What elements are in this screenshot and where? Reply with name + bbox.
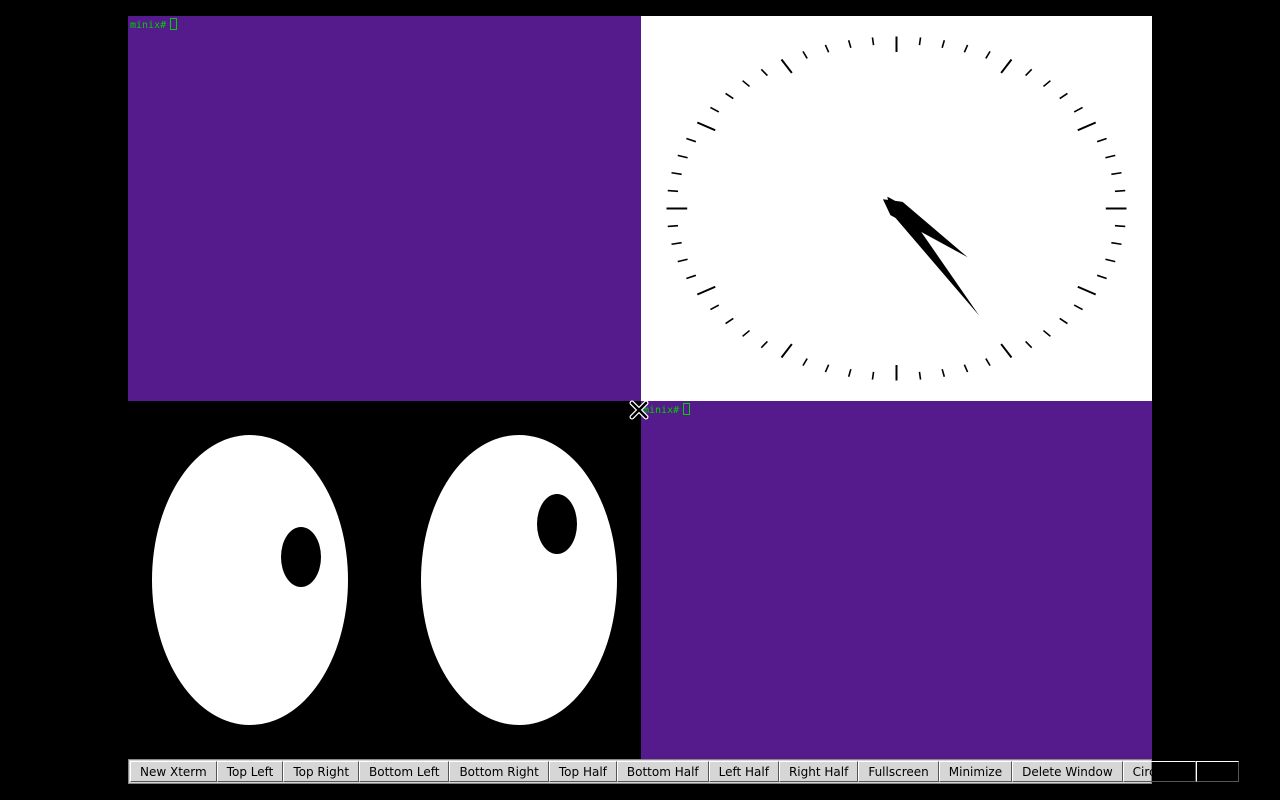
exit-button[interactable]: Exit: [1196, 761, 1239, 782]
minute-tick: [686, 274, 697, 280]
minute-tick: [847, 368, 852, 377]
minute-tick: [1114, 224, 1126, 228]
minute-tick: [742, 80, 751, 88]
top-right-button[interactable]: Top Right: [283, 761, 360, 782]
right-eye: [421, 435, 617, 725]
minute-tick: [677, 258, 688, 263]
minute-tick: [1025, 68, 1033, 77]
left-half-button[interactable]: Left Half: [708, 761, 779, 782]
minute-tick: [918, 37, 922, 46]
circulate-button[interactable]: Circulate: [1122, 761, 1197, 782]
x-cursor-icon: [629, 400, 649, 420]
minute-tick: [918, 371, 922, 380]
right-half-button[interactable]: Right Half: [778, 761, 859, 782]
bottom-right-button[interactable]: Bottom Right: [449, 761, 549, 782]
minute-tick: [1059, 92, 1068, 100]
minute-tick: [1114, 189, 1126, 193]
minute-tick: [710, 304, 720, 311]
new-xterm-button[interactable]: New Xterm: [130, 761, 217, 782]
text-cursor-icon: [170, 18, 178, 30]
minute-tick: [725, 317, 734, 325]
hour-tick: [1077, 121, 1097, 132]
terminal-prompt: minix#: [643, 403, 691, 417]
minute-tick: [824, 44, 830, 53]
minute-tick: [710, 106, 720, 113]
minute-tick: [671, 241, 682, 246]
minute-tick: [1105, 154, 1116, 159]
minute-tick: [760, 340, 768, 349]
right-pupil: [537, 494, 577, 554]
hour-tick: [696, 121, 716, 132]
minute-tick: [1096, 274, 1107, 280]
fullscreen-button[interactable]: Fullscreen: [858, 761, 939, 782]
hour-tick: [1000, 343, 1013, 359]
minute-tick: [677, 154, 688, 159]
top-half-button[interactable]: Top Half: [548, 761, 617, 782]
minute-tick: [1111, 171, 1122, 176]
xterm-window-top-left[interactable]: minix#: [128, 16, 641, 401]
minute-hand: [887, 196, 980, 316]
minute-tick: [985, 50, 991, 59]
minute-tick: [742, 329, 751, 337]
hour-tick: [780, 58, 793, 74]
minute-tick: [1096, 137, 1107, 143]
hour-tick: [780, 343, 793, 359]
minute-tick: [941, 368, 946, 377]
top-left-button[interactable]: Top Left: [216, 761, 284, 782]
minute-tick: [1111, 241, 1122, 246]
minute-tick: [686, 137, 697, 143]
minute-tick: [1042, 80, 1051, 88]
xclock-window[interactable]: [641, 16, 1152, 401]
terminal-prompt: minix#: [130, 18, 178, 32]
xeyes-graphic: [152, 435, 617, 725]
minute-tick: [1105, 258, 1116, 263]
bottom-half-button[interactable]: Bottom Half: [616, 761, 709, 782]
minute-tick: [802, 50, 808, 59]
minute-tick: [760, 68, 768, 77]
left-pupil: [281, 527, 321, 587]
window-manager-taskbar: New Xterm Top Left Top Right Bottom Left…: [128, 759, 1239, 784]
minute-tick: [1073, 106, 1083, 113]
bottom-left-button[interactable]: Bottom Left: [359, 761, 450, 782]
minute-tick: [871, 371, 875, 380]
left-eye: [152, 435, 348, 725]
hour-tick: [1000, 58, 1013, 74]
xeyes-window[interactable]: [128, 401, 641, 760]
hour-tick: [696, 285, 716, 296]
minute-tick: [985, 358, 991, 367]
minute-tick: [671, 171, 682, 176]
minute-tick: [667, 224, 679, 228]
minute-tick: [963, 364, 969, 373]
minute-tick: [802, 358, 808, 367]
xterm-window-bottom-right[interactable]: minix#: [641, 401, 1152, 760]
minute-tick: [941, 40, 946, 49]
minute-tick: [871, 37, 875, 46]
analog-clock-face: [666, 36, 1127, 381]
minimize-button[interactable]: Minimize: [938, 761, 1013, 782]
minute-tick: [667, 189, 679, 193]
minute-tick: [1025, 340, 1033, 349]
hour-tick: [1077, 285, 1097, 296]
text-cursor-icon: [683, 403, 691, 415]
minute-tick: [824, 364, 830, 373]
minute-tick: [1042, 329, 1051, 337]
minute-tick: [963, 44, 969, 53]
minute-tick: [1073, 304, 1083, 311]
minute-tick: [725, 92, 734, 100]
delete-window-button[interactable]: Delete Window: [1012, 761, 1123, 782]
minute-tick: [847, 40, 852, 49]
minute-tick: [1059, 317, 1068, 325]
